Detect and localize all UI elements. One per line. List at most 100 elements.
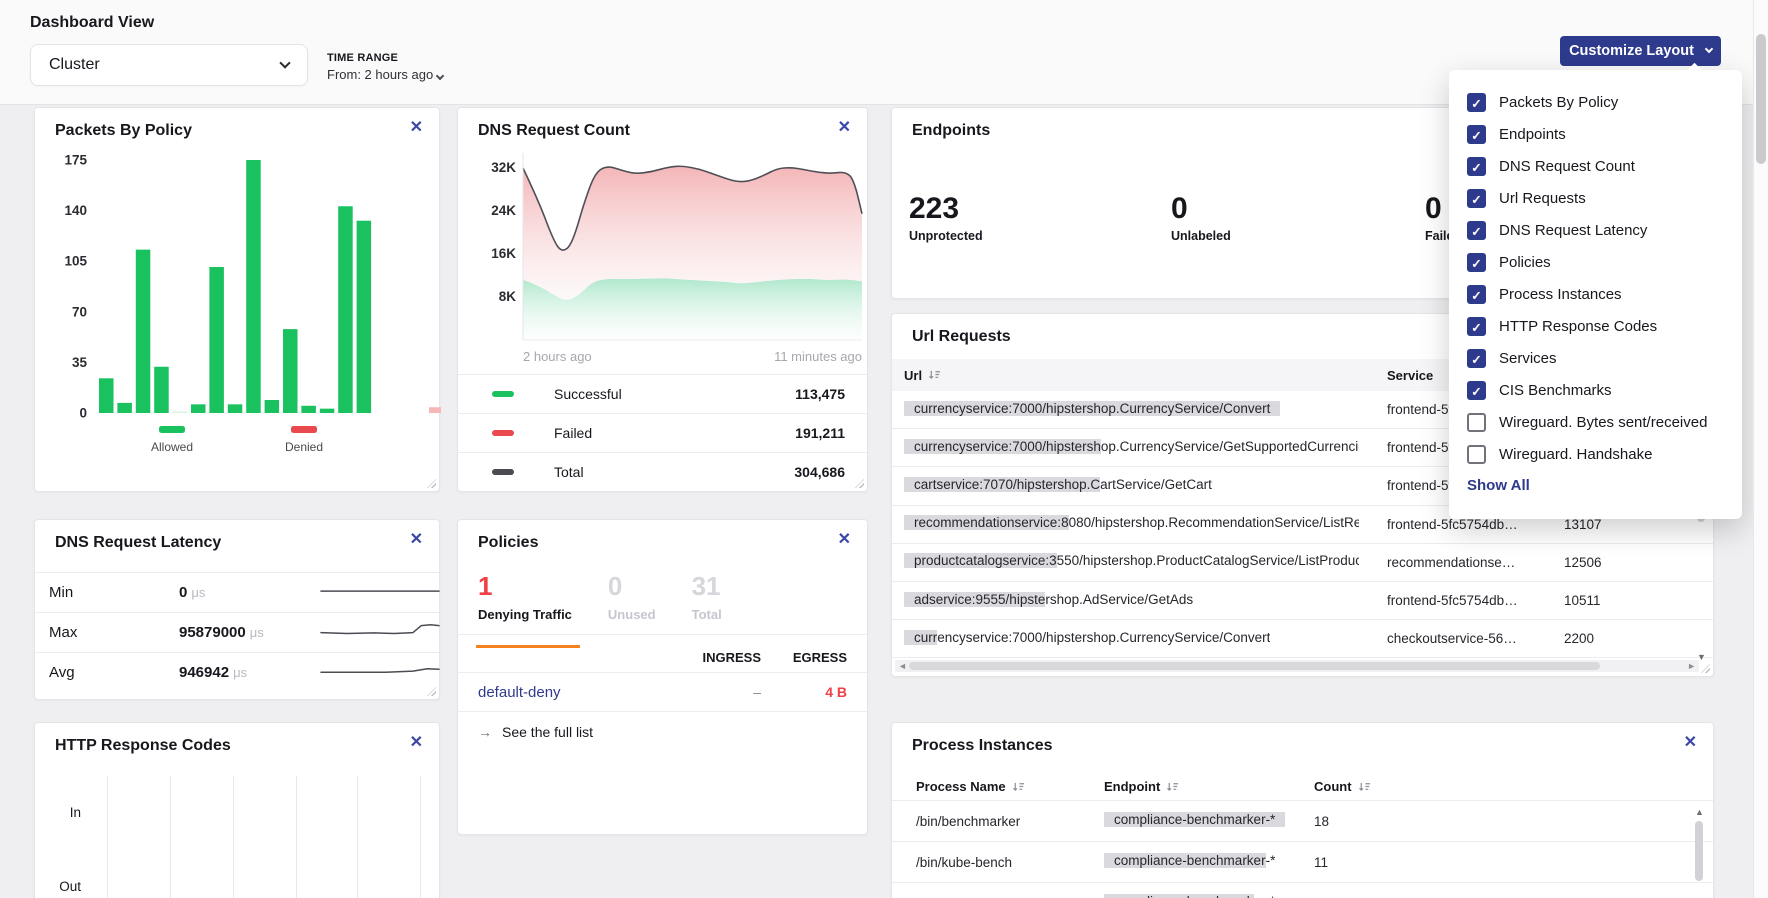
close-icon[interactable]: ✕ (410, 735, 423, 751)
column-header-endpoint[interactable]: Endpoint (1104, 779, 1314, 794)
checkbox-unchecked-icon[interactable] (1467, 413, 1486, 432)
checkbox-checked-icon[interactable]: ✓ (1467, 349, 1486, 368)
scroll-left-arrow-icon[interactable]: ◄ (898, 660, 907, 672)
checkbox-checked-icon[interactable]: ✓ (1467, 285, 1486, 304)
latency-sparkline (319, 618, 441, 647)
checkbox-checked-icon[interactable]: ✓ (1467, 189, 1486, 208)
process-table-body: /bin/benchmarker compliance-benchmarker-*… (892, 800, 1713, 898)
url-chip: cartservice:7070/hipstershop.CartService… (904, 477, 1212, 492)
view-selector-dropdown[interactable]: Cluster (30, 44, 308, 86)
page-vertical-scrollbar[interactable] (1753, 0, 1768, 898)
view-selector-value: Cluster (49, 56, 100, 74)
process-name-cell: /bin/kube-bench (916, 855, 1104, 870)
customize-layout-menu: ✓Packets By Policy✓Endpoints✓DNS Request… (1449, 70, 1742, 519)
scroll-right-arrow-icon[interactable]: ► (1687, 660, 1696, 672)
close-icon[interactable]: ✕ (410, 532, 423, 548)
svg-text:105: 105 (64, 254, 87, 269)
close-icon[interactable]: ✕ (1684, 735, 1697, 751)
process-name-cell: /bin/benchmarker (916, 814, 1104, 829)
chevron-down-icon (1705, 45, 1713, 53)
policies-tab-denying-traffic[interactable]: 1Denying Traffic (478, 572, 572, 634)
process-table-row[interactable]: benchmarkercompliance-benchmarker-*9 (892, 882, 1713, 898)
menu-item[interactable]: ✓ Endpoints (1449, 118, 1742, 150)
policy-name-link[interactable]: default-deny (478, 684, 671, 701)
menu-item-label: Endpoints (1499, 126, 1566, 143)
process-table-row[interactable]: /bin/benchmarkercompliance-benchmarker-*… (892, 800, 1713, 841)
policies-tab-total[interactable]: 31Total (692, 572, 722, 634)
endpoints-metric-unprotected: 223 Unprotected (909, 192, 983, 243)
resize-handle[interactable] (1701, 664, 1710, 673)
sort-icon[interactable] (1166, 781, 1179, 793)
checkbox-unchecked-icon[interactable] (1467, 445, 1486, 464)
checkbox-checked-icon[interactable]: ✓ (1467, 125, 1486, 144)
customize-layout-button[interactable]: Customize Layout (1560, 36, 1721, 66)
show-all-link[interactable]: Show All (1467, 477, 1530, 494)
checkbox-checked-icon[interactable]: ✓ (1467, 93, 1486, 112)
menu-item[interactable]: ✓Policies (1449, 246, 1742, 278)
close-icon[interactable]: ✕ (838, 532, 851, 548)
checkbox-checked-icon[interactable]: ✓ (1467, 157, 1486, 176)
time-range: TIME RANGE From: 2 hours ago (327, 52, 443, 82)
menu-item[interactable]: ✓HTTP Response Codes (1449, 310, 1742, 342)
checkbox-checked-icon[interactable]: ✓ (1467, 317, 1486, 336)
menu-item[interactable]: ✓Process Instances (1449, 278, 1742, 310)
latency-row: Max95879000μs (35, 612, 439, 652)
svg-text:35: 35 (72, 355, 88, 370)
column-header-url[interactable]: Url (904, 368, 1387, 383)
url-chip: productcatalogservice:3550/hipstershop.P… (904, 553, 1359, 568)
latency-label: Min (49, 584, 179, 601)
card-title: DNS Request Latency (55, 534, 221, 552)
process-table-header: Process Name Endpoint Count (892, 773, 1713, 800)
menu-item[interactable]: ✓Url Requests (1449, 182, 1742, 214)
latency-value: 95879000μs (179, 624, 319, 641)
time-range-value[interactable]: From: 2 hours ago (327, 67, 443, 82)
http-row-label-out: Out (35, 879, 81, 894)
svg-text:70: 70 (72, 304, 87, 319)
checkbox-checked-icon[interactable]: ✓ (1467, 381, 1486, 400)
menu-item[interactable]: Wireguard. Bytes sent/received (1449, 406, 1742, 438)
legend-label: Total (526, 464, 794, 480)
svg-text:11 minutes ago: 11 minutes ago (774, 349, 862, 364)
scrollbar-thumb[interactable] (1756, 34, 1766, 164)
policies-tab-unused[interactable]: 0Unused (608, 572, 656, 634)
menu-item[interactable]: Wireguard. Handshake (1449, 438, 1742, 470)
process-table-vertical-scrollbar[interactable]: ▲ (1693, 807, 1705, 898)
svg-text:16K: 16K (491, 246, 516, 261)
column-header-process-name[interactable]: Process Name (916, 779, 1104, 794)
sort-icon[interactable] (928, 369, 941, 381)
url-table-row[interactable]: productcatalogservice:3550/hipstershop.P… (892, 544, 1713, 582)
scroll-up-arrow-icon[interactable]: ▲ (1695, 807, 1704, 817)
packets-by-policy-card: Packets By Policy ✕ 17514010570350Allowe… (34, 107, 440, 492)
legend-row: Failed191,211 (458, 413, 867, 452)
metric-label: Unlabeled (1171, 229, 1231, 243)
url-chip: currencyservice:7000/hipstershop.Currenc… (904, 401, 1280, 416)
menu-item[interactable]: ✓Services (1449, 342, 1742, 374)
column-header-count[interactable]: Count (1314, 779, 1713, 794)
legend-swatch (492, 430, 514, 436)
scrollbar-thumb[interactable] (909, 662, 1600, 670)
url-table-row[interactable]: adservice:9555/hipstershop.AdService/Get… (892, 582, 1713, 620)
menu-item[interactable]: ✓Packets By Policy (1449, 86, 1742, 118)
menu-item-label: Wireguard. Handshake (1499, 446, 1652, 463)
http-row-label-in: In (35, 805, 81, 820)
arrow-right-icon: → (478, 724, 492, 740)
url-table-row[interactable]: currencyservice:7000/hipstershop.Currenc… (892, 620, 1713, 658)
sort-icon[interactable] (1012, 781, 1025, 793)
legend-label: Failed (526, 425, 795, 441)
menu-item[interactable]: ✓CIS Benchmarks (1449, 374, 1742, 406)
checkbox-checked-icon[interactable]: ✓ (1467, 221, 1486, 240)
legend-label: Successful (526, 386, 795, 402)
see-full-list-link[interactable]: → See the full list (478, 724, 593, 740)
card-title: Policies (478, 534, 538, 552)
process-table-row[interactable]: /bin/kube-benchcompliance-benchmarker-*1… (892, 841, 1713, 882)
endpoint-chip: compliance-benchmarker-* (1104, 853, 1275, 868)
url-table-horizontal-scrollbar[interactable]: ◄ ► (895, 660, 1699, 672)
sort-icon[interactable] (1358, 781, 1371, 793)
dns-request-count-card: DNS Request Count ✕ 32K24K16K8K2 hours a… (457, 107, 868, 492)
policies-tabs: 1Denying Traffic 0Unused 31Total (458, 572, 867, 635)
menu-item[interactable]: ✓DNS Request Count (1449, 150, 1742, 182)
svg-text:140: 140 (64, 203, 87, 218)
checkbox-checked-icon[interactable]: ✓ (1467, 253, 1486, 272)
scrollbar-thumb[interactable] (1695, 821, 1703, 881)
menu-item[interactable]: ✓DNS Request Latency (1449, 214, 1742, 246)
